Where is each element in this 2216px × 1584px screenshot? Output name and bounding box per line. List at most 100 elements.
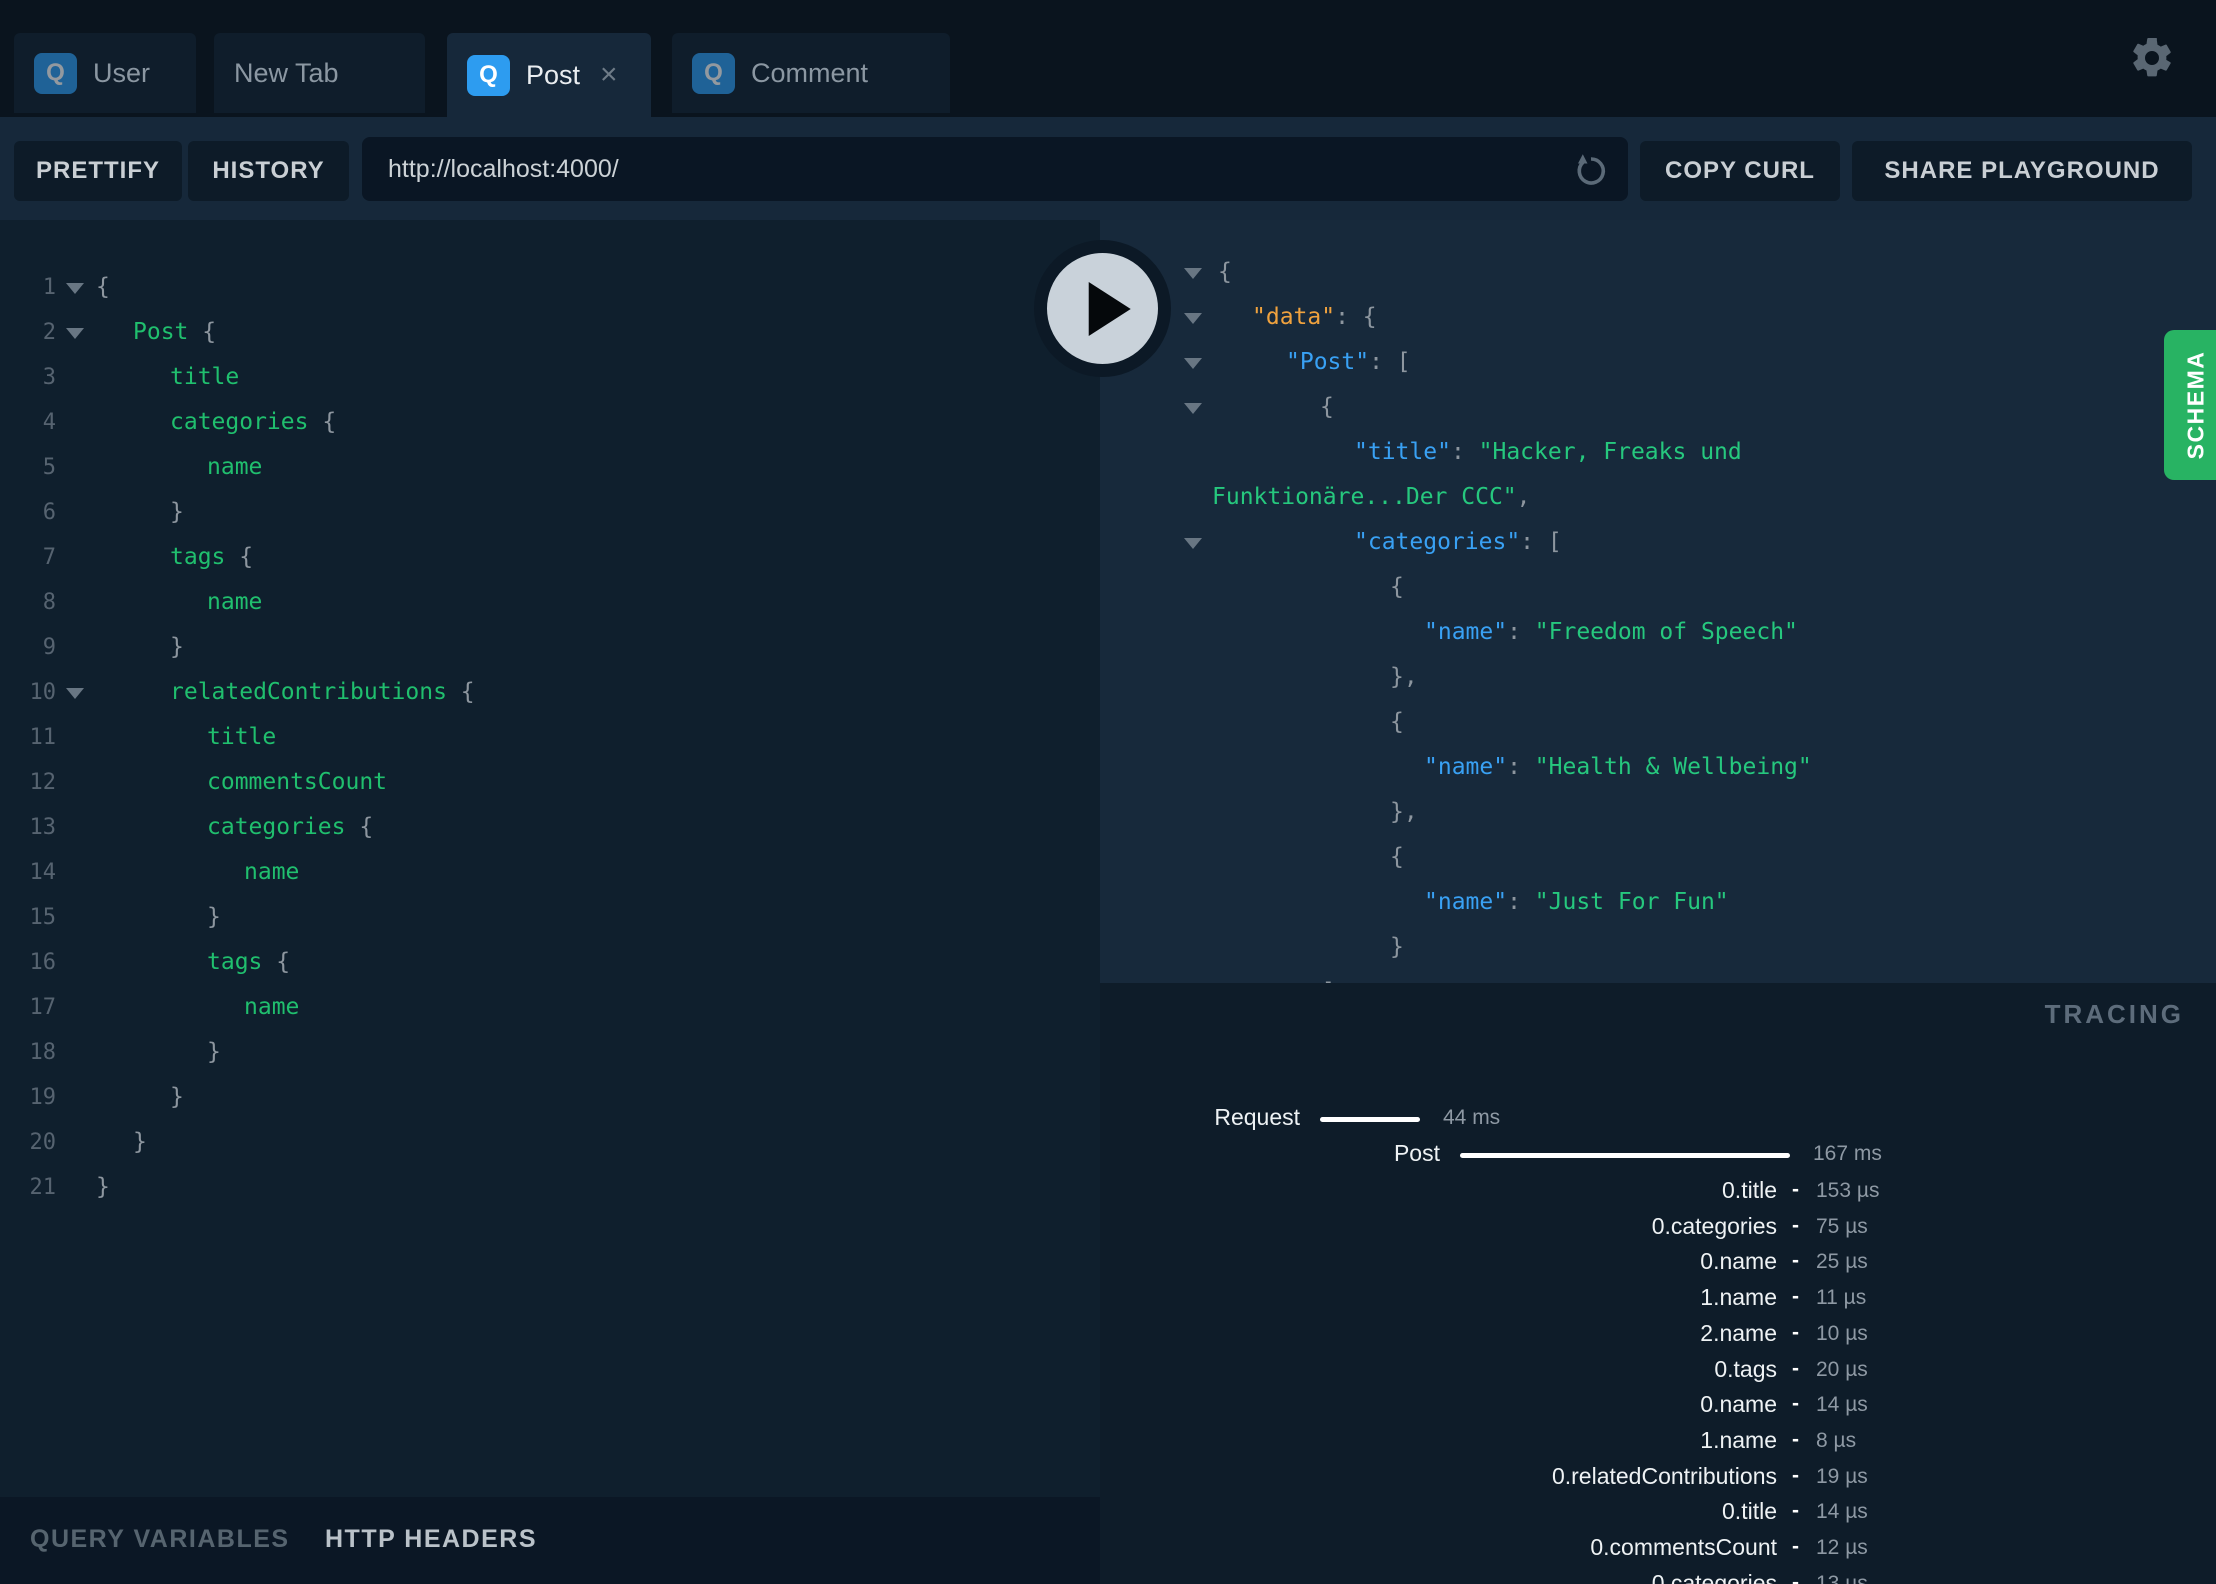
fold-arrow-icon[interactable] bbox=[1184, 403, 1202, 414]
response-code: }, bbox=[1390, 655, 1418, 700]
query-badge: Q bbox=[467, 54, 510, 96]
close-icon[interactable]: × bbox=[600, 60, 618, 90]
editor-code: } bbox=[207, 1030, 221, 1075]
line-number: 21 bbox=[29, 1175, 57, 1200]
query-badge: Q bbox=[692, 52, 735, 94]
fold-arrow-icon[interactable] bbox=[1184, 538, 1202, 549]
editor-line: 6} bbox=[0, 490, 1100, 535]
response-row: "name": "Freedom of Speech" bbox=[1100, 610, 2216, 655]
tab-new-tab[interactable]: New Tab bbox=[214, 33, 425, 113]
tracing-field-label: 0.relatedContributions bbox=[1551, 1463, 1777, 1489]
code-token: title bbox=[170, 364, 240, 390]
code-token: tags bbox=[170, 544, 226, 570]
response-row: { bbox=[1100, 250, 2216, 295]
line-number: 16 bbox=[29, 950, 57, 975]
tracing-field-value: 8 µs bbox=[1816, 1429, 1857, 1452]
tracing-field-label: 0.title bbox=[1722, 1177, 1777, 1203]
editor-code: name bbox=[207, 580, 262, 625]
tracing-title: TRACING bbox=[2044, 999, 2184, 1029]
tab-user[interactable]: Q User bbox=[14, 33, 196, 113]
gear-icon[interactable] bbox=[2128, 34, 2176, 82]
query-badge: Q bbox=[34, 52, 77, 94]
editor-code: title bbox=[170, 355, 239, 400]
fold-arrow-icon[interactable] bbox=[66, 688, 84, 699]
editor-code: } bbox=[133, 1120, 147, 1165]
editor-line: 13 categories { bbox=[0, 805, 1100, 850]
editor-code: categories { bbox=[207, 805, 373, 850]
response-code: { bbox=[1320, 385, 1334, 430]
history-button[interactable]: HISTORY bbox=[188, 141, 349, 201]
line-number: 14 bbox=[29, 860, 57, 885]
share-playground-button[interactable]: SHARE PLAYGROUND bbox=[1852, 141, 2192, 201]
fold-arrow-icon[interactable] bbox=[66, 283, 84, 294]
editor-line: 20} bbox=[0, 1120, 1100, 1165]
execute-query-button[interactable] bbox=[1034, 240, 1171, 377]
schema-tab[interactable]: SCHEMA bbox=[2164, 330, 2216, 480]
response-code: ] bbox=[1322, 970, 1336, 983]
response-code: { bbox=[1218, 250, 1232, 295]
response-code: "name": "Freedom of Speech" bbox=[1424, 610, 1798, 655]
tracing-field-value: 20 µs bbox=[1816, 1358, 1868, 1381]
endpoint-url-input[interactable] bbox=[362, 137, 1628, 201]
line-number: 17 bbox=[29, 995, 57, 1020]
response-code: { bbox=[1390, 835, 1404, 880]
fold-arrow-icon[interactable] bbox=[1184, 358, 1202, 369]
code-token: } bbox=[170, 499, 184, 525]
tracing-field-label: 0.commentsCount bbox=[1590, 1534, 1777, 1560]
code-token: tags bbox=[207, 949, 263, 975]
tracing-span-label: Post bbox=[1393, 1140, 1440, 1166]
code-token: name bbox=[244, 859, 300, 885]
code-token: relatedContributions bbox=[170, 679, 447, 705]
code-token: { bbox=[1320, 394, 1334, 420]
tracing-field-dash: - bbox=[1792, 1285, 1799, 1308]
query-editor[interactable]: 1{2 Post {3 title 4 categories {5 name 6} 7 tags… bbox=[0, 220, 1100, 1497]
code-token: : bbox=[1507, 754, 1535, 780]
tracing-field-dash: - bbox=[1792, 1499, 1799, 1522]
query-variables-tab[interactable]: QUERY VARIABLES bbox=[30, 1525, 290, 1554]
tracing-field-label: 2.name bbox=[1700, 1320, 1777, 1346]
tab-comment[interactable]: Q Comment bbox=[672, 33, 950, 113]
editor-line: 11 title bbox=[0, 715, 1100, 760]
editor-line: 8 name bbox=[0, 580, 1100, 625]
tracing-field-value: 14 µs bbox=[1816, 1500, 1868, 1523]
line-number: 11 bbox=[29, 725, 57, 750]
line-number: 10 bbox=[29, 680, 57, 705]
response-row: }, bbox=[1100, 790, 2216, 835]
code-token: { bbox=[262, 949, 291, 975]
code-token: }, bbox=[1390, 799, 1418, 825]
response-code: "title": "Hacker, Freaks und bbox=[1354, 430, 1742, 475]
code-token: title bbox=[207, 724, 277, 750]
editor-code: { bbox=[96, 265, 110, 310]
response-code: "categories": [ bbox=[1354, 520, 1562, 565]
code-token: categories bbox=[207, 814, 346, 840]
editor-line: 10 relatedContributions { bbox=[0, 670, 1100, 715]
fold-arrow-icon[interactable] bbox=[1184, 313, 1202, 324]
response-row: } bbox=[1100, 925, 2216, 970]
copy-curl-button[interactable]: COPY CURL bbox=[1640, 141, 1840, 201]
line-number: 1 bbox=[42, 275, 56, 300]
response-row: { bbox=[1100, 835, 2216, 880]
editor-line: 9} bbox=[0, 625, 1100, 670]
fold-arrow-icon[interactable] bbox=[66, 328, 84, 339]
fold-arrow-icon[interactable] bbox=[1184, 268, 1202, 279]
code-token: { bbox=[1390, 574, 1404, 600]
code-token: { bbox=[1390, 844, 1404, 870]
prettify-button[interactable]: PRETTIFY bbox=[14, 141, 182, 201]
editor-code: tags { bbox=[170, 535, 253, 580]
code-token: : bbox=[1507, 889, 1535, 915]
line-number: 7 bbox=[42, 545, 56, 570]
code-token: name bbox=[207, 454, 263, 480]
tracing-field-value: 153 µs bbox=[1816, 1179, 1880, 1202]
http-headers-tab[interactable]: HTTP HEADERS bbox=[325, 1525, 537, 1554]
editor-code: name bbox=[244, 985, 299, 1030]
editor-line: 19} bbox=[0, 1075, 1100, 1120]
code-token: : [ bbox=[1369, 349, 1411, 375]
code-token: } bbox=[207, 904, 221, 930]
editor-line: 12 commentsCount bbox=[0, 760, 1100, 805]
response-row: Funktionäre...Der CCC", bbox=[1100, 475, 2216, 520]
tracing-span-bar bbox=[1320, 1117, 1420, 1122]
reload-icon[interactable] bbox=[1570, 149, 1610, 189]
code-token: "name" bbox=[1424, 619, 1508, 645]
tab-post[interactable]: Q Post × bbox=[447, 33, 651, 117]
response-viewer: {"data": {"Post": [{"title": "Hacker, Fr… bbox=[1100, 220, 2216, 983]
